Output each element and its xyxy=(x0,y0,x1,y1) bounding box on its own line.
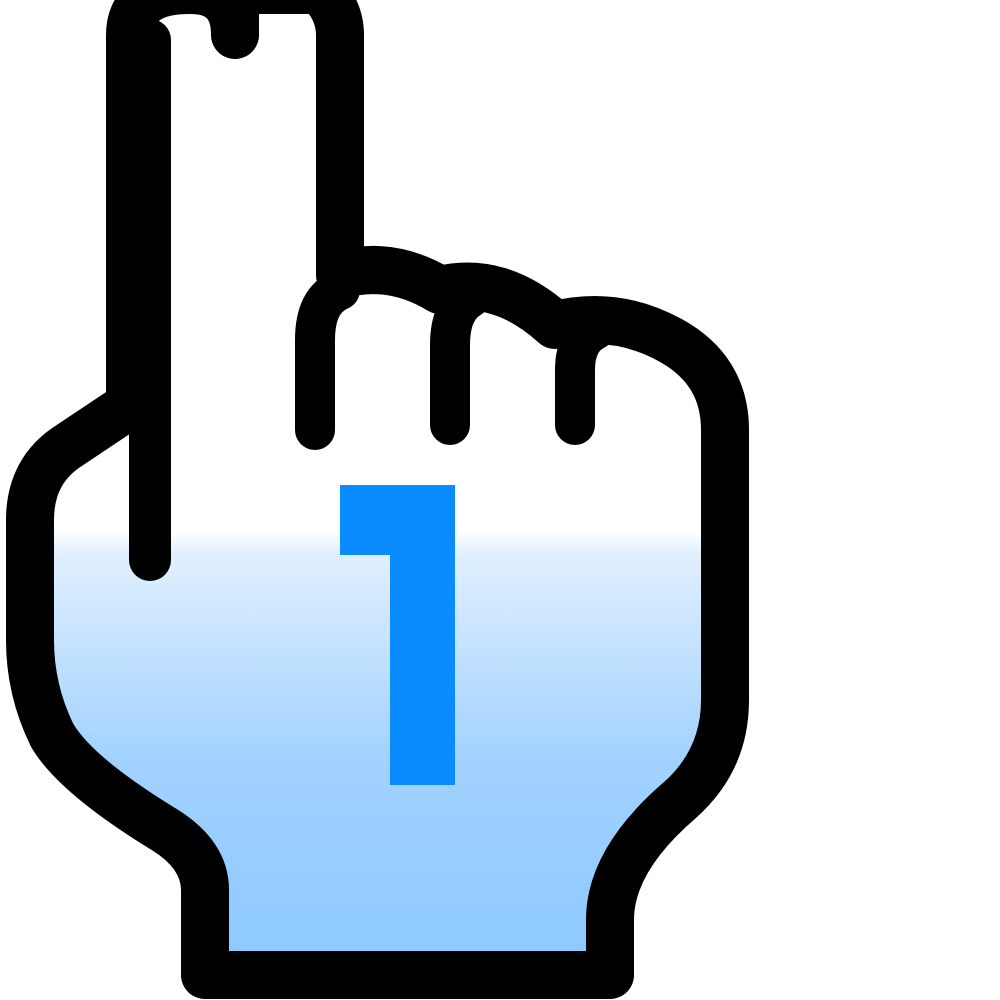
finger-separator-3 xyxy=(555,310,615,445)
digit-one-label: 1 xyxy=(300,455,500,795)
pointing-hand-one-icon: 1 xyxy=(0,0,1000,1000)
